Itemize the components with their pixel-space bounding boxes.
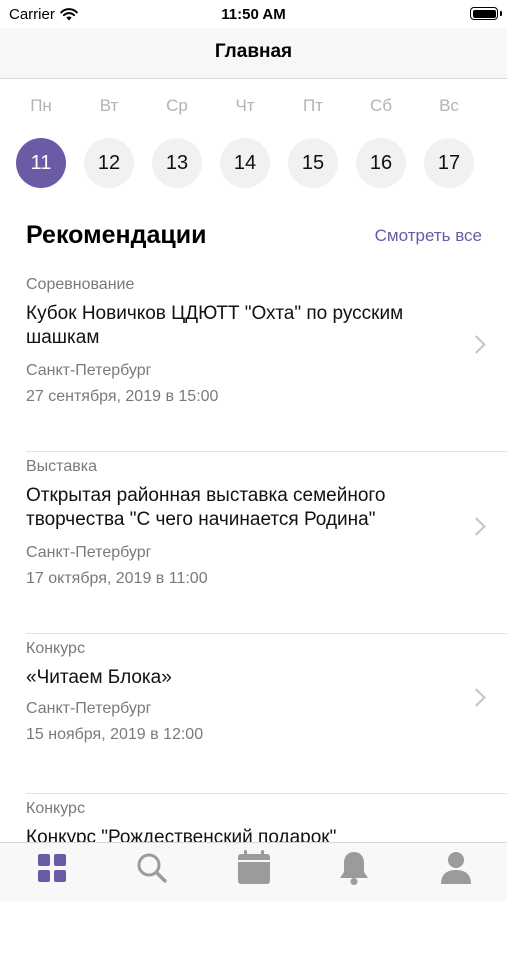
battery-icon [470, 7, 498, 20]
chevron-right-icon [467, 517, 486, 536]
grid-icon [38, 854, 66, 882]
day-name: Сб [369, 96, 392, 115]
day-name: Вт [99, 96, 119, 115]
event-date: 27 сентября, 2019 в 15:00 [26, 388, 219, 405]
event-title: «Читаем Блока» [26, 667, 172, 688]
day-number[interactable]: 12 [84, 138, 134, 188]
event-type: Соревнование [26, 276, 135, 293]
day-name: Пн [30, 96, 52, 115]
event-item[interactable]: Выставка Открытая районная выставка семе… [0, 452, 507, 634]
event-item[interactable]: Соревнование Кубок Новичков ЦДЮТТ "Охта"… [0, 270, 507, 452]
chevron-right-icon [467, 335, 486, 354]
tab-search[interactable] [132, 848, 172, 888]
calendar-icon [238, 850, 270, 884]
profile-icon [441, 852, 471, 884]
day-number[interactable]: 13 [152, 138, 202, 188]
day-name: Вс [439, 96, 459, 115]
day-number[interactable]: 17 [424, 138, 474, 188]
day-name: Пт [302, 96, 323, 115]
day-name: Чт [235, 96, 255, 115]
event-date: 17 октября, 2019 в 11:00 [26, 570, 208, 587]
event-type: Выставка [26, 458, 97, 475]
event-title: Открытая районная выставка семейного тво… [26, 485, 386, 530]
bell-icon [340, 852, 368, 885]
event-date: 15 ноября, 2019 в 12:00 [26, 726, 204, 743]
day-number[interactable]: 15 [288, 138, 338, 188]
event-type: Конкурс [26, 800, 85, 817]
page-title: Главная [214, 41, 293, 62]
week-selector: Пн 11 Вт 12 Ср 13 Чт 14 Пт 15 Сб 16 Вс 1… [16, 88, 492, 198]
status-time: 11:50 AM [221, 6, 286, 23]
section-title: Рекомендации [26, 221, 207, 249]
see-all-link[interactable]: Смотреть все [375, 226, 482, 246]
event-type: Конкурс [26, 640, 85, 657]
day-number[interactable]: 16 [356, 138, 406, 188]
battery-cap [500, 11, 502, 16]
status-bar: Carrier 11:50 AM [0, 0, 507, 28]
nav-bar: Главная [0, 28, 507, 79]
day-number-selected[interactable]: 11 [16, 138, 66, 188]
tab-home[interactable] [32, 848, 72, 888]
tab-notifications[interactable] [334, 848, 374, 888]
chevron-right-icon [467, 688, 486, 707]
event-city: Санкт-Петербург [26, 544, 152, 561]
day-number[interactable]: 14 [220, 138, 270, 188]
event-title: Кубок Новичков ЦДЮТТ "Охта" по русским ш… [26, 303, 404, 348]
event-city: Санкт-Петербург [26, 700, 152, 717]
event-city: Санкт-Петербург [26, 362, 152, 379]
tab-profile[interactable] [436, 848, 476, 888]
day-name: Ср [166, 96, 188, 115]
event-item[interactable]: Конкурс «Читаем Блока» Санкт-Петербург 1… [0, 634, 507, 794]
search-icon [137, 853, 167, 883]
tab-bar [0, 842, 507, 901]
tab-calendar[interactable] [234, 848, 274, 888]
recommendations-header: Рекомендации Смотреть все [26, 219, 482, 253]
